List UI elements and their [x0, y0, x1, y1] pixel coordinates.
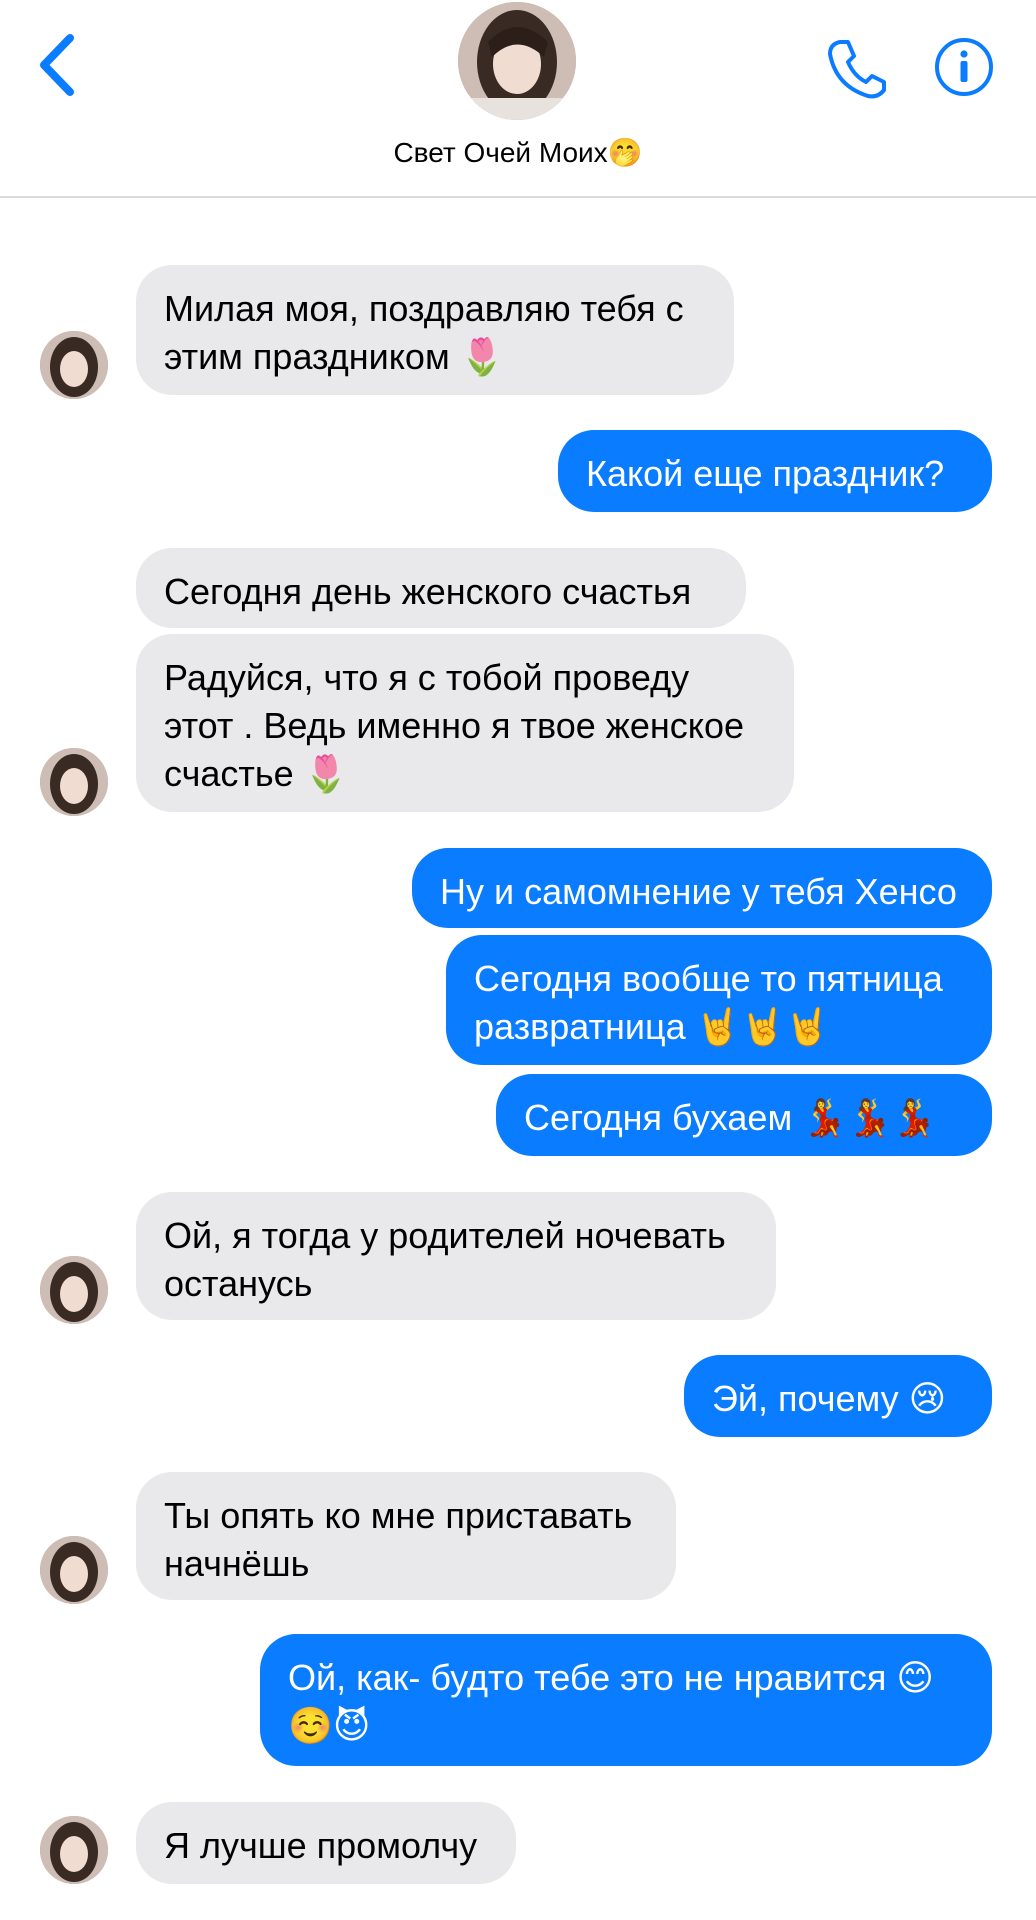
message-text: Сегодня бухаем 💃💃💃	[524, 1097, 937, 1138]
phone-icon[interactable]	[826, 36, 888, 100]
outgoing-message[interactable]: Ну и самомнение у тебя Хенсо	[412, 848, 992, 928]
message-text: Сегодня вообще то пятница развратница 🤘🤘…	[474, 958, 943, 1047]
message-text: Ты опять ко мне приставать начнёшь	[164, 1495, 633, 1584]
message-text: Милая моя, поздравляю тебя с этим праздн…	[164, 288, 684, 377]
incoming-message[interactable]: Сегодня день женского счастья	[136, 548, 746, 628]
message-text: Ой, как- будто тебе это не нравится 😊 ☺️…	[288, 1657, 934, 1746]
sender-avatar	[40, 331, 108, 399]
sender-avatar	[40, 1816, 108, 1884]
outgoing-message[interactable]: Эй, почему 😢	[684, 1355, 992, 1437]
back-chevron-icon[interactable]	[34, 30, 84, 100]
message-text: Сегодня день женского счастья	[164, 571, 692, 612]
message-text: Какой еще праздник?	[586, 453, 945, 494]
message-text: Ой, я тогда у родителей ночевать останус…	[164, 1215, 726, 1304]
chat-header: Свет Очей Моих🤭	[0, 0, 1036, 198]
sender-avatar	[40, 748, 108, 816]
message-text: Эй, почему 😢	[712, 1378, 947, 1419]
message-text: Радуйся, что я с тобой проведу этот . Ве…	[164, 657, 744, 794]
outgoing-message[interactable]: Какой еще праздник?	[558, 430, 992, 512]
incoming-message[interactable]: Ты опять ко мне приставать начнёшь	[136, 1472, 676, 1600]
sender-avatar	[40, 1256, 108, 1324]
incoming-message[interactable]: Я лучше промолчу	[136, 1802, 516, 1884]
contact-avatar[interactable]	[458, 2, 576, 120]
outgoing-message[interactable]: Сегодня вообще то пятница развратница 🤘🤘…	[446, 935, 992, 1065]
incoming-message[interactable]: Милая моя, поздравляю тебя с этим праздн…	[136, 265, 734, 395]
message-text: Я лучше промолчу	[164, 1825, 478, 1866]
outgoing-message[interactable]: Ой, как- будто тебе это не нравится 😊 ☺️…	[260, 1634, 992, 1766]
sender-avatar	[40, 1536, 108, 1604]
incoming-message[interactable]: Радуйся, что я с тобой проведу этот . Ве…	[136, 634, 794, 812]
message-text: Ну и самомнение у тебя Хенсо	[440, 871, 957, 912]
incoming-message[interactable]: Ой, я тогда у родителей ночевать останус…	[136, 1192, 776, 1320]
contact-name[interactable]: Свет Очей Моих🤭	[0, 136, 1036, 169]
info-icon[interactable]	[934, 37, 994, 97]
outgoing-message[interactable]: Сегодня бухаем 💃💃💃	[496, 1074, 992, 1156]
